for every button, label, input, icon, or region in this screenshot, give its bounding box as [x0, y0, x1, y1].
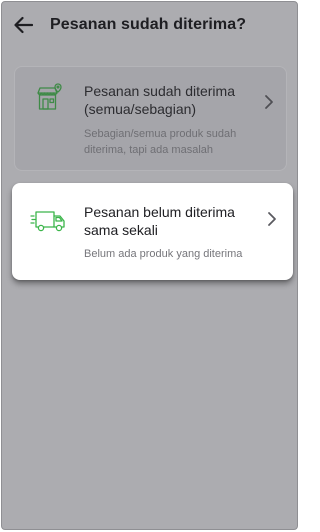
option-received-card[interactable]: Pesanan sudah diterima (semua/sebagian) … [14, 66, 287, 171]
option-title-line2: (semua/sebagian) [84, 101, 197, 117]
option-desc: Belum ada produk yang diterima [84, 248, 243, 260]
store-icon [37, 83, 62, 110]
chevron-right-icon [265, 95, 273, 109]
chevron-right-icon [268, 212, 276, 226]
header: Pesanan sudah diterima? [2, 2, 297, 48]
delivery-truck-icon [30, 211, 65, 232]
back-button[interactable] [11, 14, 35, 36]
arrow-left-icon [14, 16, 33, 34]
screen: Pesanan sudah diterima? Pesanan sudah di… [1, 1, 298, 530]
page-title: Pesanan sudah diterima? [50, 16, 247, 33]
option-desc-line1: Sebagian/semua produk sudah [84, 128, 237, 140]
option-not-received-card[interactable]: Pesanan belum diterima sama sekali Belum… [12, 183, 293, 280]
option-title-line2: sama sekali [84, 222, 158, 238]
option-title-line1: Pesanan sudah diterima [84, 83, 235, 99]
option-title-line1: Pesanan belum diterima [84, 204, 235, 220]
option-desc-line2: diterima, tapi ada masalah [84, 144, 214, 156]
